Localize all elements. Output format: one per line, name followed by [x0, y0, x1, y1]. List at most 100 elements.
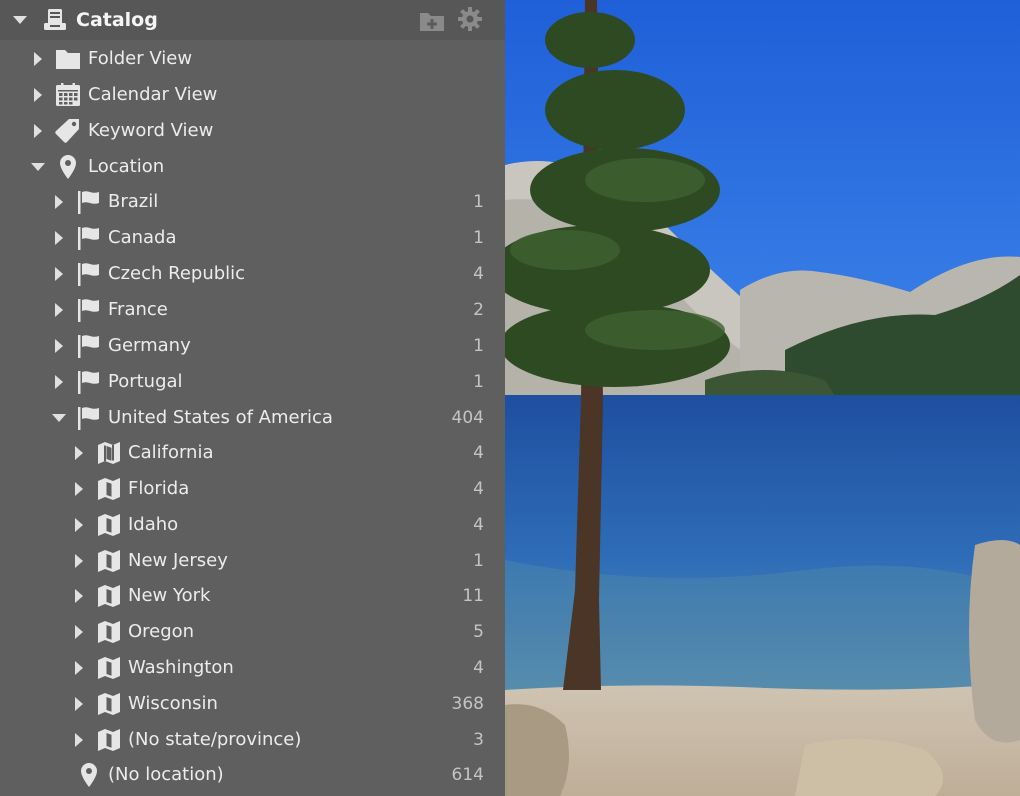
location-label: Location [88, 156, 165, 177]
catalog-icon [42, 7, 68, 33]
item-count: 4 [473, 479, 484, 499]
country-label: Canada [108, 227, 177, 248]
tree-item-state[interactable]: Oregon 5 [0, 614, 505, 650]
expand-caret[interactable] [71, 614, 87, 650]
expand-caret[interactable] [51, 328, 67, 364]
expand-caret[interactable] [51, 184, 67, 220]
expand-caret[interactable] [71, 543, 87, 579]
photo-preview[interactable] [505, 0, 1020, 796]
expand-caret[interactable] [71, 507, 87, 543]
tree-item-calendar-view[interactable]: Calendar View [0, 77, 505, 113]
tag-icon [55, 118, 81, 144]
map-icon [96, 512, 122, 538]
expand-caret[interactable] [71, 650, 87, 686]
state-label: New Jersey [128, 550, 228, 571]
catalog-title: Catalog [76, 9, 158, 31]
tree-item-state[interactable]: New York 11 [0, 578, 505, 614]
collapse-caret[interactable] [30, 149, 46, 185]
add-folder-icon[interactable] [419, 8, 445, 34]
tree-item-state[interactable]: Florida 4 [0, 471, 505, 507]
map-icon [96, 727, 122, 753]
expand-caret[interactable] [51, 292, 67, 328]
map-icon [96, 548, 122, 574]
item-count: 4 [473, 264, 484, 284]
tree-item-country[interactable]: France 2 [0, 292, 505, 328]
expand-caret[interactable] [51, 256, 67, 292]
state-label: California [128, 442, 214, 463]
item-count: 1 [473, 192, 484, 212]
map-icon [96, 440, 122, 466]
flag-icon [76, 333, 102, 359]
item-count: 3 [473, 730, 484, 750]
state-label: Florida [128, 478, 190, 499]
item-count: 1 [473, 372, 484, 392]
state-label: Oregon [128, 621, 195, 642]
expand-caret[interactable] [71, 722, 87, 758]
expand-caret[interactable] [71, 578, 87, 614]
tree-item-state[interactable]: Washington 4 [0, 650, 505, 686]
tree-item-country[interactable]: Portugal 1 [0, 364, 505, 400]
item-count: 11 [462, 586, 484, 606]
folder-icon [55, 46, 81, 72]
state-label: Idaho [128, 514, 179, 535]
expand-caret[interactable] [30, 41, 46, 77]
expand-caret[interactable] [30, 77, 46, 113]
tree-item-state[interactable]: (No state/province) 3 [0, 722, 505, 758]
item-count: 614 [451, 765, 484, 785]
tree-item-location[interactable]: Location [0, 149, 505, 185]
folder-view-label: Folder View [88, 48, 193, 69]
tree-item-folder-view[interactable]: Folder View [0, 41, 505, 77]
tree-item-country[interactable]: Germany 1 [0, 328, 505, 364]
map-icon [96, 619, 122, 645]
flag-icon [76, 225, 102, 251]
collapse-catalog-caret[interactable] [12, 2, 28, 38]
flag-icon [76, 405, 102, 431]
expand-caret[interactable] [71, 435, 87, 471]
flag-icon [76, 369, 102, 395]
state-label: New York [128, 585, 211, 606]
expand-caret[interactable] [30, 113, 46, 149]
no-location-label: (No location) [108, 764, 224, 785]
item-count: 1 [473, 336, 484, 356]
item-count: 1 [473, 551, 484, 571]
tree-item-country[interactable]: Canada 1 [0, 220, 505, 256]
tree-item-country-usa[interactable]: United States of America 404 [0, 400, 505, 436]
gear-icon[interactable] [457, 6, 483, 32]
state-label: (No state/province) [128, 729, 302, 750]
country-label: Czech Republic [108, 263, 246, 284]
expand-caret[interactable] [71, 471, 87, 507]
landscape-photo [505, 0, 1020, 796]
country-label: Brazil [108, 191, 159, 212]
expand-caret[interactable] [71, 686, 87, 722]
country-label: Portugal [108, 371, 183, 392]
location-pin-icon [55, 154, 81, 180]
state-label: Washington [128, 657, 234, 678]
location-pin-icon [76, 762, 102, 788]
keyword-view-label: Keyword View [88, 120, 214, 141]
collapse-caret[interactable] [51, 400, 67, 436]
item-count: 4 [473, 515, 484, 535]
country-label: France [108, 299, 168, 320]
tree-item-country[interactable]: Czech Republic 4 [0, 256, 505, 292]
calendar-view-label: Calendar View [88, 84, 218, 105]
map-icon [96, 476, 122, 502]
flag-icon [76, 261, 102, 287]
item-count: 4 [473, 443, 484, 463]
catalog-header[interactable]: Catalog [0, 0, 505, 40]
item-count: 5 [473, 622, 484, 642]
tree-item-keyword-view[interactable]: Keyword View [0, 113, 505, 149]
tree-item-state[interactable]: California 4 [0, 435, 505, 471]
item-count: 404 [451, 408, 484, 428]
flag-icon [76, 189, 102, 215]
expand-caret[interactable] [51, 220, 67, 256]
item-count: 1 [473, 228, 484, 248]
state-label: Wisconsin [128, 693, 218, 714]
tree-item-state[interactable]: Wisconsin 368 [0, 686, 505, 722]
country-label: United States of America [108, 407, 333, 428]
item-count: 368 [451, 694, 484, 714]
tree-item-no-location[interactable]: (No location) 614 [0, 757, 505, 793]
tree-item-state[interactable]: New Jersey 1 [0, 543, 505, 579]
tree-item-state[interactable]: Idaho 4 [0, 507, 505, 543]
expand-caret[interactable] [51, 364, 67, 400]
tree-item-country[interactable]: Brazil 1 [0, 184, 505, 220]
